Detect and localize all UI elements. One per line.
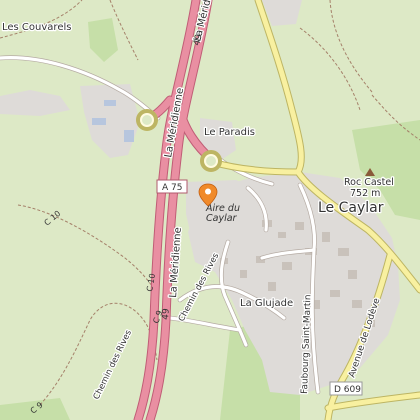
label-roc-castel: Roc Castel: [344, 177, 394, 188]
map-canvas[interactable]: Les Couvarels La Méridienne 49 La Méridi…: [0, 0, 420, 420]
map-view[interactable]: Les Couvarels La Méridienne 49 La Méridi…: [0, 0, 420, 420]
label-la-glujade: La Glujade: [240, 298, 293, 309]
label-d609: D 609: [334, 385, 361, 395]
label-a75: A 75: [162, 183, 182, 193]
label-roc-castel-elevation: 752 m: [350, 188, 380, 199]
label-aire-du-caylar-line2: Caylar: [206, 213, 238, 224]
label-le-paradis: Le Paradis: [204, 127, 255, 138]
label-les-couvarels: Les Couvarels: [2, 22, 71, 33]
label-le-caylar: Le Caylar: [318, 200, 384, 216]
a75-shield: A 75: [156, 179, 188, 194]
d609-shield: D 609: [329, 381, 363, 396]
